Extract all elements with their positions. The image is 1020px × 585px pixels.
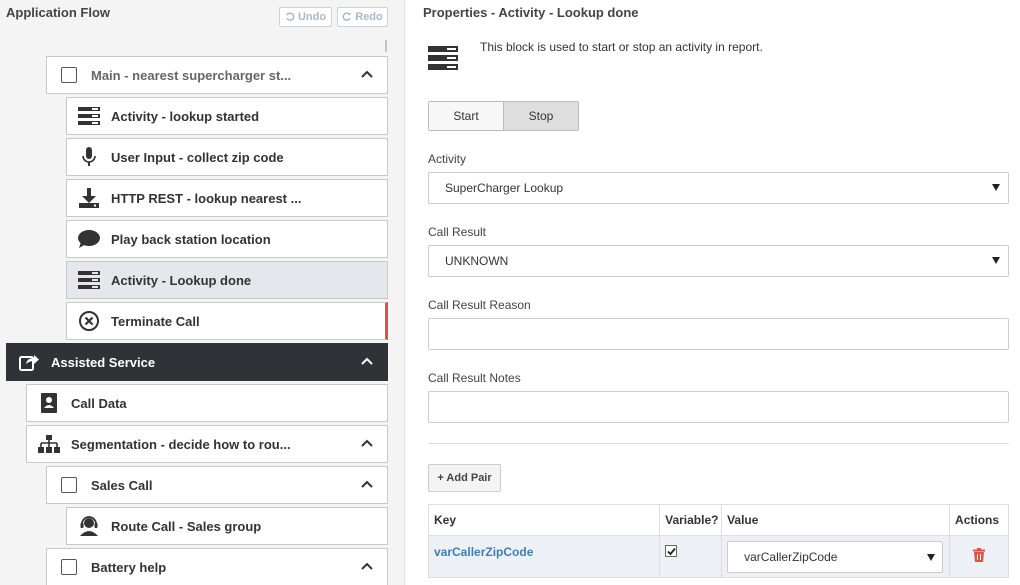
dropdown-arrow-icon: [992, 184, 1000, 191]
activity-value: SuperCharger Lookup: [445, 181, 564, 195]
download-icon: [79, 188, 99, 208]
flow-node-activity-started[interactable]: Activity - lookup started: [66, 97, 388, 135]
properties-panel: Properties - Activity - Lookup done This…: [406, 0, 1020, 585]
start-stop-toggle: Start Stop: [428, 101, 579, 131]
undo-icon: [285, 12, 295, 21]
properties-title: Properties - Activity - Lookup done: [423, 5, 639, 20]
share-icon: [19, 355, 39, 371]
checkmark-icon: [666, 547, 676, 555]
add-pair-button[interactable]: + Add Pair: [428, 464, 501, 492]
redo-label: Redo: [355, 11, 383, 23]
flow-node-assisted-service[interactable]: Assisted Service: [6, 343, 388, 381]
actions-column-header: Actions: [949, 504, 1009, 536]
node-label: Sales Call: [91, 477, 153, 493]
flow-node-http-rest[interactable]: HTTP REST - lookup nearest ...: [66, 179, 388, 217]
call-result-notes-label: Call Result Notes: [428, 371, 521, 385]
application-flow-title: Application Flow: [6, 5, 110, 20]
redo-button[interactable]: Redo: [337, 7, 388, 27]
speech-bubble-icon: [78, 230, 100, 248]
flow-node-sales-call[interactable]: Sales Call: [46, 466, 388, 504]
chevron-up-icon[interactable]: [361, 480, 373, 488]
node-label: Segmentation - decide how to rou...: [71, 436, 291, 452]
node-checkbox[interactable]: [61, 559, 77, 575]
row-value: varCallerZipCode: [744, 549, 838, 564]
row-key[interactable]: varCallerZipCode: [427, 535, 661, 578]
node-checkbox[interactable]: [61, 67, 77, 83]
chevron-up-icon[interactable]: [361, 70, 373, 78]
terminate-call-icon: [79, 311, 99, 331]
variable-column-header: Variable?: [659, 504, 723, 536]
value-select[interactable]: varCallerZipCode: [727, 540, 944, 573]
node-label: Activity - lookup started: [111, 108, 260, 124]
node-label: Main - nearest supercharger st...: [91, 67, 292, 83]
activity-icon: [78, 107, 100, 125]
flow-node-main[interactable]: Main - nearest supercharger st...: [46, 56, 388, 94]
call-result-reason-input[interactable]: [428, 318, 1009, 350]
activity-label: Activity: [428, 152, 467, 166]
redo-icon: [342, 12, 352, 21]
activity-icon: [428, 46, 458, 70]
undo-label: Undo: [297, 11, 327, 23]
undo-button[interactable]: Undo: [279, 7, 332, 27]
node-label: Route Call - Sales group: [111, 518, 262, 534]
node-label: User Input - collect zip code: [111, 149, 284, 165]
start-button[interactable]: Start: [429, 102, 504, 130]
node-label: Assisted Service: [51, 354, 156, 370]
value-column-header: Value: [721, 504, 951, 536]
call-result-reason-label: Call Result Reason: [428, 298, 531, 312]
flow-node-call-data[interactable]: Call Data: [26, 384, 388, 422]
call-result-select[interactable]: UNKNOWN: [428, 245, 1009, 277]
contact-card-icon: [41, 393, 57, 413]
table-row: varCallerZipCode varCallerZipCode: [427, 535, 1009, 578]
node-label: Activity - Lookup done: [111, 272, 252, 288]
activity-icon: [78, 271, 100, 289]
dropdown-arrow-icon: [992, 257, 1000, 264]
stop-button[interactable]: Stop: [504, 102, 578, 130]
scrollbar[interactable]: [385, 40, 387, 52]
application-flow-panel: Application Flow Undo Redo Main - neares…: [0, 0, 405, 585]
flow-node-terminate-call[interactable]: Terminate Call: [66, 302, 388, 340]
divider: [428, 443, 1009, 444]
flow-node-route-call[interactable]: Route Call - Sales group: [66, 507, 388, 545]
variable-checkbox[interactable]: [665, 545, 678, 557]
flow-node-play-back[interactable]: Play back station location: [66, 220, 388, 258]
node-checkbox[interactable]: [61, 477, 77, 493]
call-result-notes-input[interactable]: [428, 391, 1009, 423]
chevron-up-icon[interactable]: [361, 439, 373, 447]
call-result-label: Call Result: [428, 225, 487, 239]
chevron-up-icon[interactable]: [361, 357, 373, 365]
flow-node-segmentation[interactable]: Segmentation - decide how to rou...: [26, 425, 388, 463]
dropdown-arrow-icon: [927, 553, 936, 561]
node-label: Play back station location: [111, 231, 271, 247]
node-label: Call Data: [71, 395, 127, 411]
key-value-table: Key Variable? Value Actions varCallerZip…: [427, 504, 1009, 578]
chevron-up-icon[interactable]: [361, 562, 373, 570]
flow-node-user-input[interactable]: User Input - collect zip code: [66, 138, 388, 176]
flow-node-activity-done[interactable]: Activity - Lookup done: [66, 261, 388, 299]
node-label: Terminate Call: [111, 313, 200, 329]
trash-icon[interactable]: [973, 548, 986, 562]
node-label: HTTP REST - lookup nearest ...: [111, 190, 302, 206]
call-result-value: UNKNOWN: [445, 254, 509, 268]
hierarchy-icon: [38, 435, 60, 453]
flow-node-battery-help[interactable]: Battery help: [46, 548, 388, 585]
microphone-icon: [82, 147, 96, 166]
block-description: This block is used to start or stop an a…: [480, 40, 763, 54]
key-column-header: Key: [427, 504, 661, 536]
activity-select[interactable]: SuperCharger Lookup: [428, 172, 1009, 204]
node-label: Battery help: [91, 559, 167, 575]
agent-headset-icon: [80, 516, 98, 536]
